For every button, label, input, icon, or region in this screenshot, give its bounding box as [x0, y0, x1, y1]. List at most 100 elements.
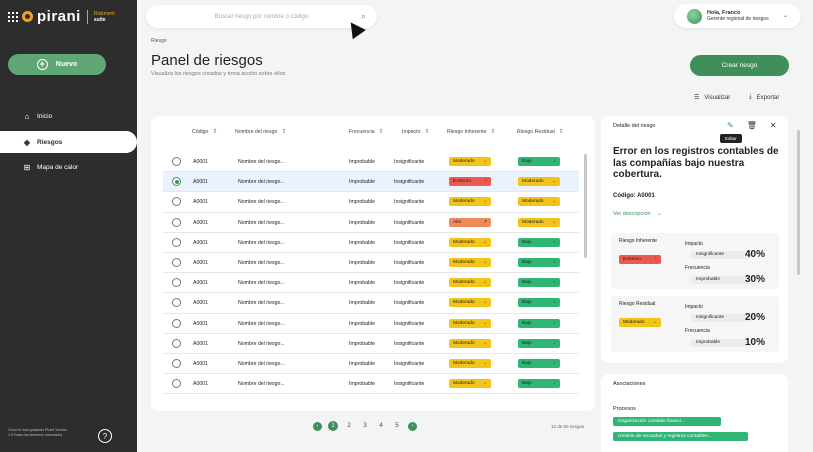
residual-badge: Moderado →: [518, 197, 560, 207]
row-frequency: Improbable: [349, 320, 375, 327]
page-4[interactable]: 4: [376, 423, 386, 429]
table-row[interactable]: A0001 Nombre del riesgo... Improbable Insig…: [163, 293, 579, 314]
process-chip[interactable]: Gestión de recaudos y registros contable…: [613, 432, 748, 441]
row-impact: Insignificante: [394, 259, 425, 266]
chevron-down-icon[interactable]: ⌄: [783, 12, 788, 19]
row-code: A0001: [193, 280, 209, 287]
results-count: 12 de 50 riesgos: [551, 424, 585, 429]
table-row[interactable]: A0001 Nombre del riesgo... Improbable Insig…: [163, 314, 579, 334]
table-scrollbar[interactable]: [584, 154, 587, 258]
export-button[interactable]: ⤓ Exportar: [749, 94, 779, 101]
table-row[interactable]: A0001 Nombre del riesgo... Improbable Insig…: [163, 354, 579, 375]
row-radio[interactable]: [172, 318, 181, 328]
residual-badge: Moderado →: [518, 217, 560, 227]
row-radio[interactable]: [172, 379, 181, 389]
table-row[interactable]: A0001 Nombre del riesgo... Improbable Insig…: [163, 152, 579, 173]
row-impact: Insignificante: [394, 280, 425, 287]
residual-badge: Bajo ↓: [518, 278, 560, 288]
column-header-impact[interactable]: Impacto ⇕: [402, 128, 429, 135]
sidebar-item-riesgos[interactable]: ◈ Riesgos: [0, 131, 137, 153]
close-icon[interactable]: ✕: [770, 121, 777, 130]
row-radio[interactable]: [172, 217, 181, 227]
prev-page-icon[interactable]: ‹: [313, 421, 322, 431]
sidebar-item-mapa-de-calor[interactable]: ⊞ Mapa de calor: [0, 157, 137, 178]
detail-heading: Error en los registros contables de las …: [613, 146, 779, 180]
column-header-name[interactable]: Nombre del riesgo ⇕: [235, 128, 286, 135]
row-code: A0001: [193, 381, 209, 388]
search-icon[interactable]: ⌕: [361, 11, 366, 22]
row-frequency: Improbable: [349, 259, 375, 266]
create-risk-button[interactable]: Crear riesgo: [690, 55, 789, 76]
row-radio[interactable]: [172, 237, 181, 247]
process-chip[interactable]: Organización contable financi...: [613, 417, 721, 426]
column-header-frequency[interactable]: Frecuencia ⇕: [349, 128, 384, 135]
row-impact: Insignificante: [394, 381, 425, 388]
row-code: A0001: [193, 360, 209, 367]
associations-title: Asociaciones: [613, 381, 646, 387]
detail-title: Detalle del riesgo: [613, 123, 656, 129]
table-row[interactable]: A0001 Nombre del riesgo... Improbable Insig…: [163, 233, 579, 253]
table-row[interactable]: A0001 Nombre del riesgo... Improbable Insig…: [163, 253, 579, 274]
row-radio[interactable]: [172, 257, 181, 267]
row-frequency: Improbable: [349, 179, 375, 186]
row-radio[interactable]: [172, 338, 181, 348]
table-row[interactable]: A0001 Nombre del riesgo... Improbable Insig…: [163, 273, 579, 294]
row-radio[interactable]: [172, 177, 181, 187]
page-scrollbar[interactable]: [797, 130, 800, 275]
column-header-residual[interactable]: Riesgo Residual ⇕: [517, 128, 564, 135]
apps-grid-icon[interactable]: [8, 11, 18, 22]
row-name: Nombre del riesgo...: [238, 179, 285, 186]
trash-icon[interactable]: 🗑: [747, 121, 757, 130]
row-name: Nombre del riesgo...: [238, 159, 285, 165]
brand-name: pirani: [37, 8, 81, 25]
table-row[interactable]: A0001 Nombre del riesgo... Improbable Insig…: [163, 374, 579, 395]
filter-icon: ☰: [694, 95, 700, 101]
sidebar-item-inicio[interactable]: ⌂ Inicio: [0, 106, 137, 127]
page-title: Panel de riesgos: [151, 52, 263, 69]
page-2[interactable]: 2: [344, 423, 354, 429]
inherent-badge: Moderado →: [449, 379, 491, 389]
inherent-badge: Moderado →: [449, 358, 491, 368]
edit-icon[interactable]: ✎: [727, 121, 734, 130]
table-row[interactable]: A0001 Nombre del riesgo... Improbable Insig…: [163, 213, 579, 233]
column-header-code[interactable]: Código ⇕: [192, 128, 217, 135]
new-button[interactable]: + Nuevo: [8, 54, 106, 75]
residual-badge: Bajo ↓: [518, 257, 560, 267]
page-3[interactable]: 3: [360, 423, 370, 429]
page-5[interactable]: 5: [392, 423, 402, 429]
row-code: A0001: [193, 340, 209, 347]
row-code: A0001: [193, 239, 209, 246]
row-frequency: Improbable: [349, 300, 375, 307]
view-button[interactable]: ☰ Visualizar: [694, 94, 730, 102]
table-row[interactable]: A0001 Nombre del riesgo... Improbable Insig…: [163, 192, 579, 213]
residual-badge: Bajo ↓: [518, 338, 560, 348]
breadcrumb[interactable]: Riesgo: [151, 38, 167, 44]
table-row[interactable]: A0001 Nombre del riesgo... Improbable Insig…: [163, 334, 579, 354]
next-page-icon[interactable]: ›: [408, 421, 417, 431]
page-1[interactable]: 1: [328, 421, 338, 431]
table-row[interactable]: A0001 Nombre del riesgo... Improbable Insig…: [163, 172, 579, 193]
search-input[interactable]: Buscar riesgo por nombre o código ⌕: [146, 5, 377, 28]
row-radio[interactable]: [172, 298, 181, 308]
logo[interactable]: pirani Riskment suite: [8, 8, 115, 25]
row-code: A0001: [193, 199, 209, 206]
row-radio[interactable]: [172, 197, 181, 207]
row-name: Nombre del riesgo...: [238, 280, 285, 287]
row-name: Nombre del riesgo...: [238, 259, 285, 266]
residual-risk-box: Riesgo Residual Moderado → Impacto Insign…: [611, 296, 779, 352]
table-header: Código ⇕ Nombre del riesgo ⇕ Frecuencia ⇕ I…: [151, 128, 595, 140]
sidebar-nav: ⌂ Inicio ◈ Riesgos ⊞ Mapa de calor: [0, 106, 137, 178]
row-frequency: Improbable: [349, 239, 375, 246]
row-radio[interactable]: [172, 358, 181, 368]
row-radio[interactable]: [172, 157, 181, 166]
row-name: Nombre del riesgo...: [238, 381, 285, 388]
column-header-inherent[interactable]: Riesgo Inherente ⇕: [447, 128, 496, 135]
chevron-down-icon: ⌄: [657, 211, 662, 217]
user-menu[interactable]: Hola, Franco Gerente regional de riesgos…: [674, 4, 801, 28]
risk-table: Código ⇕ Nombre del riesgo ⇕ Frecuencia ⇕ I…: [151, 116, 595, 411]
inherent-badge: Moderado →: [449, 278, 491, 288]
show-description-link[interactable]: Ver descripción ⌄: [613, 211, 662, 217]
row-radio[interactable]: [172, 278, 181, 288]
help-icon[interactable]: ?: [98, 429, 112, 443]
inherent-impact-percent: 40%: [745, 249, 766, 260]
